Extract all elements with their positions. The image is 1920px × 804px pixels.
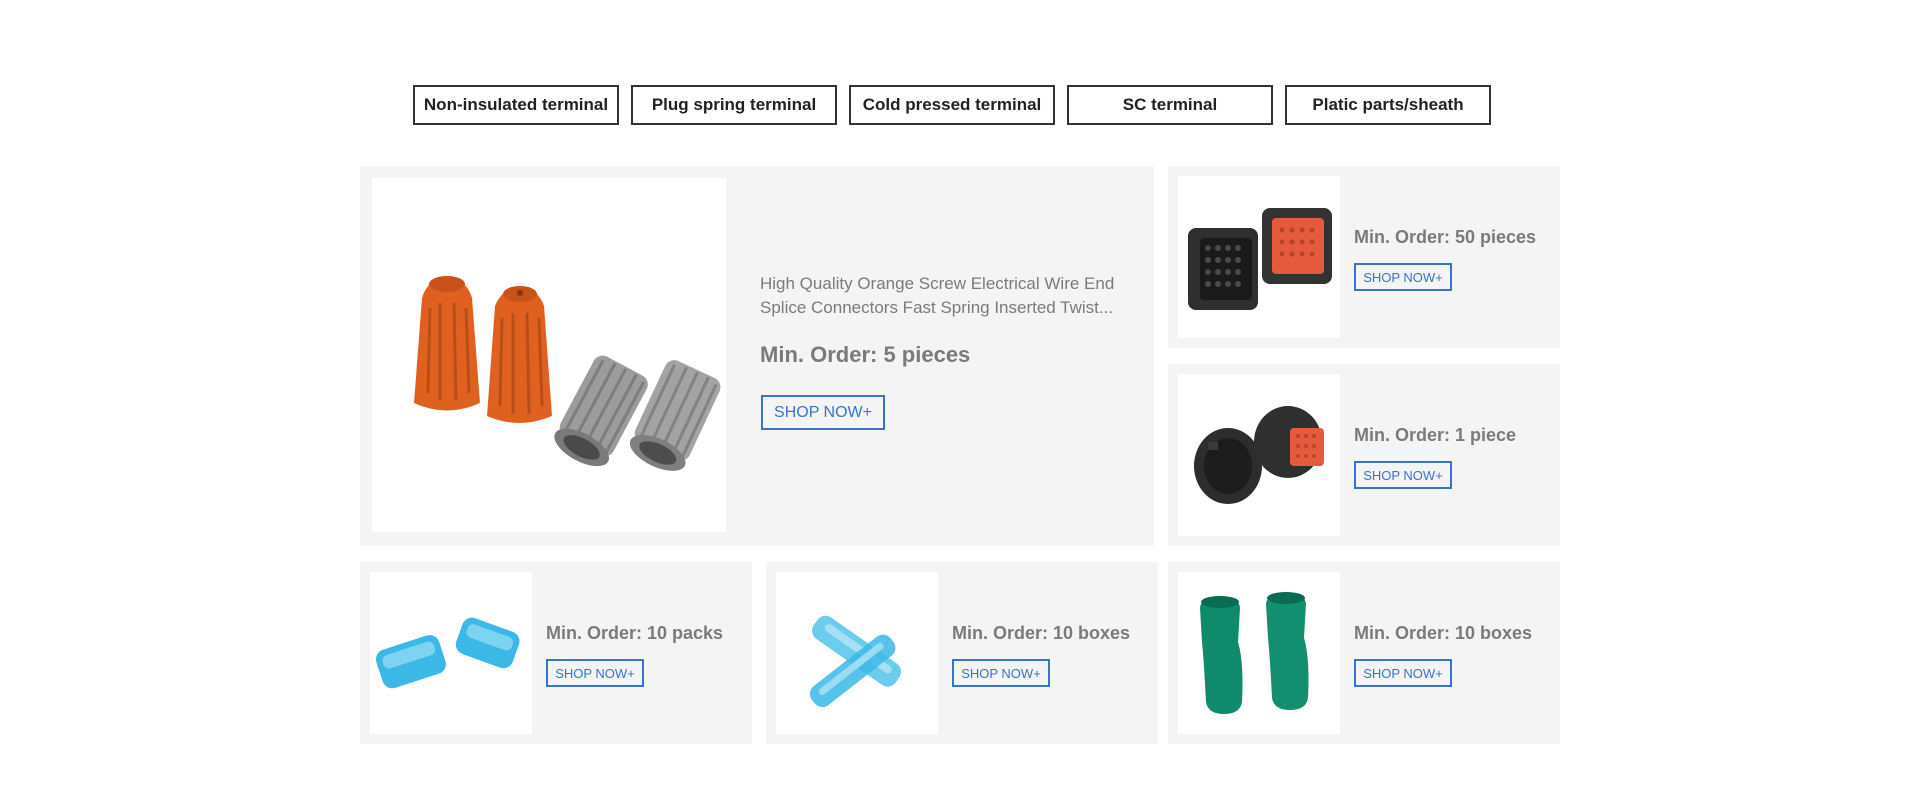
shop-now-button[interactable]: SHOP NOW+ <box>546 659 644 687</box>
shop-now-button[interactable]: SHOP NOW+ <box>952 659 1050 687</box>
wire-connector-icon <box>372 178 726 532</box>
shop-now-button[interactable]: SHOP NOW+ <box>1354 263 1452 291</box>
blue-sheath-image[interactable] <box>370 572 532 734</box>
product-card: Min. Order: 10 boxes SHOP NOW+ <box>1168 562 1560 744</box>
green-sheath-icon <box>1178 572 1340 734</box>
black-red-connector-image[interactable] <box>1178 176 1340 338</box>
featured-shop-now-button[interactable]: SHOP NOW+ <box>761 395 885 430</box>
shop-now-button[interactable]: SHOP NOW+ <box>1354 461 1452 489</box>
tab-cold-pressed-terminal[interactable]: Cold pressed terminal <box>849 85 1055 125</box>
product-min-order: Min. Order: 1 piece <box>1354 425 1517 445</box>
green-sheath-image[interactable] <box>1178 572 1340 734</box>
product-min-order: Min. Order: 10 boxes <box>952 623 1131 643</box>
product-min-order: Min. Order: 10 boxes <box>1354 623 1533 643</box>
product-card: Min. Order: 10 packs SHOP NOW+ <box>360 562 752 744</box>
blue-terminal-sleeve-icon <box>776 572 938 734</box>
round-black-connector-image[interactable] <box>1178 374 1340 536</box>
product-min-order: Min. Order: 50 pieces <box>1354 227 1537 247</box>
product-min-order: Min. Order: 10 packs <box>546 623 724 643</box>
tab-sc-terminal[interactable]: SC terminal <box>1067 85 1273 125</box>
blue-sheath-icon <box>370 572 532 734</box>
product-card: Min. Order: 50 pieces SHOP NOW+ <box>1168 166 1560 348</box>
featured-product-card: High Quality Orange Screw Electrical Wir… <box>360 166 1154 546</box>
tab-platic-parts-sheath[interactable]: Platic parts/sheath <box>1285 85 1491 125</box>
product-card: Min. Order: 1 piece SHOP NOW+ <box>1168 364 1560 546</box>
category-tabs: Non-insulated terminal Plug spring termi… <box>413 85 1491 125</box>
orange-gray-wire-connector-image[interactable] <box>372 178 726 532</box>
featured-product-description[interactable]: High Quality Orange Screw Electrical Wir… <box>760 272 1140 320</box>
shop-now-button[interactable]: SHOP NOW+ <box>1354 659 1452 687</box>
product-card: Min. Order: 10 boxes SHOP NOW+ <box>766 562 1158 744</box>
round-black-connector-icon <box>1178 374 1340 536</box>
tab-non-insulated-terminal[interactable]: Non-insulated terminal <box>413 85 619 125</box>
featured-min-order: Min. Order: 5 pieces <box>760 342 971 367</box>
tab-plug-spring-terminal[interactable]: Plug spring terminal <box>631 85 837 125</box>
blue-terminal-sleeve-image[interactable] <box>776 572 938 734</box>
product-showcase: Non-insulated terminal Plug spring termi… <box>0 0 1920 804</box>
black-red-connector-icon <box>1178 176 1340 338</box>
